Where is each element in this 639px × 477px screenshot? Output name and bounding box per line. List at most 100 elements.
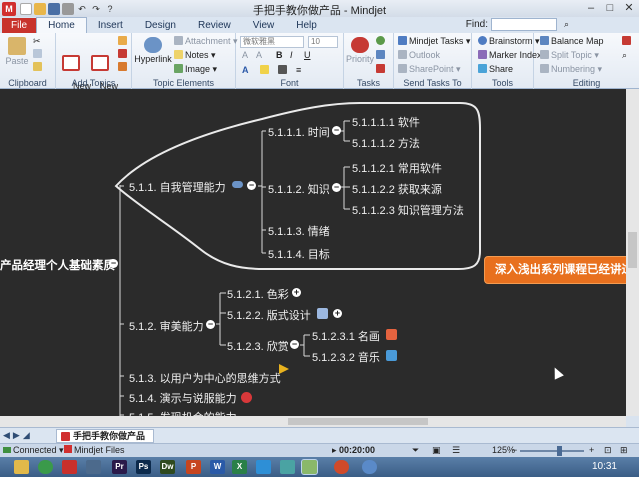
taskbar-generic-icon[interactable] xyxy=(86,460,101,474)
topic-5-1-3[interactable]: 5.1.3. 以用户为中心的思维方式 xyxy=(129,370,281,386)
text-align-icon[interactable]: ≡ xyxy=(296,65,301,76)
painting-marker-icon[interactable] xyxy=(386,329,397,340)
underline-icon[interactable]: U xyxy=(304,50,311,61)
grow-font-icon[interactable]: A xyxy=(242,50,248,61)
print-icon[interactable] xyxy=(62,2,74,15)
topic-5-1-1-1[interactable]: 5.1.1.1. 时间 xyxy=(268,124,330,140)
hyperlink-button[interactable]: Hyperlink xyxy=(134,37,172,64)
tab-home[interactable]: Home xyxy=(36,17,87,33)
topic-5-1-1-1-1[interactable]: 5.1.1.1.1 软件 xyxy=(352,114,420,130)
taskbar-premiere-icon[interactable]: Pr xyxy=(112,460,127,474)
music-marker-icon[interactable] xyxy=(386,350,397,361)
font-family-select[interactable]: 微软雅黑 xyxy=(240,36,304,48)
outlook-button[interactable]: Outlook xyxy=(398,50,440,61)
collapse-5-1-2-3-icon[interactable]: − xyxy=(290,340,299,349)
timer-display[interactable]: ▸ 00:20:00 xyxy=(332,445,375,456)
topic-5-1-1-2-3[interactable]: 5.1.1.2.3 知识管理方法 xyxy=(352,202,464,218)
brainstorm-button[interactable]: Brainstorm ▾ xyxy=(478,36,540,47)
flag-marker-icon[interactable] xyxy=(279,364,289,374)
topic-5-1-1[interactable]: 5.1.1. 自我管理能力 xyxy=(129,179,226,195)
topic-5-1-1-1-2[interactable]: 5.1.1.1.2 方法 xyxy=(352,135,420,151)
weibo-marker-icon[interactable] xyxy=(241,392,252,403)
taskbar-chrome-icon[interactable] xyxy=(38,460,53,474)
horizontal-scrollbar[interactable] xyxy=(0,416,626,427)
undo-icon[interactable]: ↶ xyxy=(76,3,88,15)
find-replace-icon[interactable]: ⌕ xyxy=(622,50,627,61)
mindjet-files-button[interactable]: Mindjet Files xyxy=(64,445,125,455)
close-button[interactable]: ✕ xyxy=(621,1,637,15)
topic-5-1-2[interactable]: 5.1.2. 审美能力 xyxy=(129,318,204,334)
zoom-in-icon[interactable]: + xyxy=(589,445,594,455)
save-icon[interactable] xyxy=(48,2,60,15)
cut-icon[interactable]: ✂ xyxy=(33,36,41,47)
share-button[interactable]: Share xyxy=(478,64,513,75)
sharepoint-button[interactable]: SharePoint ▾ xyxy=(398,64,461,75)
new-file-icon[interactable] xyxy=(20,2,32,15)
notes-button[interactable]: Notes ▾ xyxy=(174,50,216,61)
mindjet-logo-icon[interactable]: M xyxy=(2,1,16,16)
topic-5-1-2-2[interactable]: 5.1.2.2. 版式设计 xyxy=(227,307,311,323)
bold-icon[interactable]: B xyxy=(276,50,283,61)
layout-icon[interactable]: ▣ xyxy=(432,445,441,456)
topic-5-1-2-3[interactable]: 5.1.2.3. 欣赏 xyxy=(227,338,289,354)
tab-review[interactable]: Review xyxy=(187,18,242,33)
open-folder-icon[interactable] xyxy=(34,2,46,15)
taskbar-app-icon[interactable] xyxy=(280,460,295,474)
taskbar-mindjet-active-icon[interactable] xyxy=(301,459,318,475)
collapse-5-1-2-icon[interactable]: − xyxy=(206,320,215,329)
taskbar-explorer-icon[interactable] xyxy=(14,460,29,474)
vertical-scroll-thumb[interactable] xyxy=(628,232,637,268)
resource-icon[interactable] xyxy=(376,50,387,61)
topic-5-1-5[interactable]: 5.1.5. 发现机会的能力 xyxy=(129,409,237,416)
document-tab[interactable]: 手把手教你做产品 xyxy=(56,429,155,443)
topic-5-1-2-3-1[interactable]: 5.1.2.3.1 名画 xyxy=(312,328,380,344)
tab-design[interactable]: Design xyxy=(134,18,187,33)
topic-5-1-1-2[interactable]: 5.1.1.2. 知识 xyxy=(268,181,330,197)
copy-icon[interactable] xyxy=(33,49,44,60)
collapse-5-1-1-icon[interactable]: − xyxy=(247,181,256,190)
paste-button[interactable]: Paste xyxy=(4,37,30,66)
topic-5-1-2-1[interactable]: 5.1.2.1. 色彩 xyxy=(227,286,289,302)
find-search-icon[interactable]: ⌕ xyxy=(560,18,573,31)
mindjet-tasks-button[interactable]: Mindjet Tasks ▾ xyxy=(398,36,470,47)
font-size-select[interactable]: 10 xyxy=(308,36,338,48)
tab-view[interactable]: View xyxy=(242,18,286,33)
find-input[interactable] xyxy=(491,18,557,31)
balance-map-button[interactable]: Balance Map xyxy=(540,36,604,47)
fit-width-icon[interactable]: ⊞ xyxy=(620,445,628,456)
taskbar-dreamweaver-icon[interactable]: Dw xyxy=(160,460,175,474)
italic-icon[interactable]: I xyxy=(290,50,293,61)
map-canvas[interactable]: 产品经理个人基础素质 − 5.1.1. 自我管理能力 − 5.1.1.1. 时间… xyxy=(0,89,626,416)
priority-button[interactable]: Priority xyxy=(346,37,374,64)
format-painter-icon[interactable] xyxy=(33,62,44,73)
shrink-font-icon[interactable]: A xyxy=(256,50,262,61)
callout-topic[interactable]: 深入浅出系列课程已经讲过 xyxy=(484,256,626,284)
taskbar-excel-icon[interactable]: X xyxy=(232,460,247,474)
line-color-icon[interactable] xyxy=(278,65,289,76)
attachment-button[interactable]: Attachment ▾ xyxy=(174,36,238,47)
progress-icon[interactable] xyxy=(376,36,387,47)
taskbar-player-icon[interactable] xyxy=(362,460,377,474)
taskbar-qq-icon[interactable] xyxy=(256,460,271,474)
zoom-slider[interactable] xyxy=(520,450,584,452)
due-date-icon[interactable] xyxy=(376,64,387,75)
collapse-5-1-1-1-icon[interactable]: − xyxy=(332,126,341,135)
outline-icon[interactable]: ☰ xyxy=(452,445,460,456)
help-icon[interactable]: ? xyxy=(104,3,116,15)
image-button[interactable]: Image ▾ xyxy=(174,64,217,75)
expand-5-1-2-1-icon[interactable]: + xyxy=(292,288,301,297)
minimize-button[interactable]: – xyxy=(583,1,599,15)
topic-5-1-4[interactable]: 5.1.4. 演示与说服能力 xyxy=(129,390,237,406)
taskbar-photoshop-icon[interactable]: Ps xyxy=(136,460,151,474)
prev-tab-icon[interactable]: ◀ xyxy=(3,430,10,441)
tab-menu-icon[interactable]: ◢ xyxy=(23,430,30,441)
split-topic-button[interactable]: Split Topic ▾ xyxy=(540,50,599,61)
clear-format-icon[interactable] xyxy=(622,36,633,47)
filter-icon[interactable]: ⏷ xyxy=(412,445,419,456)
note-marker-icon[interactable] xyxy=(317,308,328,319)
tab-file[interactable]: File xyxy=(2,18,37,33)
floating-topic-icon[interactable] xyxy=(118,49,129,60)
horizontal-scroll-thumb[interactable] xyxy=(288,418,428,425)
expand-5-1-2-2-icon[interactable]: + xyxy=(333,309,342,318)
fit-map-icon[interactable]: ⊡ xyxy=(604,445,612,456)
